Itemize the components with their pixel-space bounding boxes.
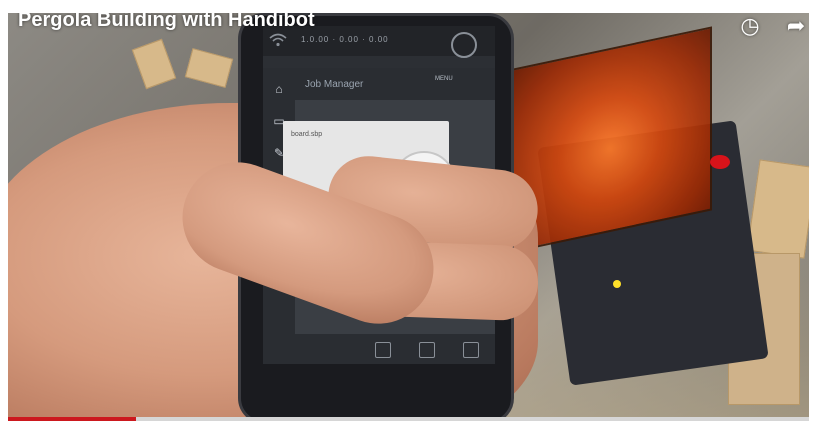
page-title: Job Manager — [305, 79, 364, 90]
progress-fill — [8, 417, 137, 421]
indicator-light-icon — [613, 280, 621, 288]
video-frame: 1.0.00 · 0.00 · 0.00 Job Manager MENU ⌂ … — [0, 0, 817, 423]
wood-block — [746, 159, 809, 259]
trash-icon[interactable] — [463, 342, 479, 358]
wood-block — [131, 38, 177, 90]
job-file-name: board.sbp — [291, 131, 323, 138]
target-icon[interactable] — [451, 32, 477, 58]
bottom-toolbar — [295, 334, 495, 364]
home-icon[interactable]: ⌂ — [272, 82, 286, 96]
upload-icon[interactable] — [375, 342, 391, 358]
video-title[interactable]: Pergola Building with Handibot — [18, 13, 315, 32]
folder-icon[interactable] — [419, 342, 435, 358]
app-bar: Job Manager MENU — [263, 68, 495, 100]
menu-button[interactable]: MENU — [435, 76, 453, 82]
video-player[interactable]: 1.0.00 · 0.00 · 0.00 Job Manager MENU ⌂ … — [8, 13, 809, 418]
clock-icon[interactable]: ◷ — [736, 15, 764, 37]
wifi-icon — [269, 33, 287, 47]
wood-block — [184, 48, 234, 88]
share-icon[interactable]: ➦ — [782, 15, 809, 37]
stop-button-icon — [710, 155, 730, 169]
progress-bar[interactable] — [8, 417, 809, 421]
status-text: 1.0.00 · 0.00 · 0.00 — [301, 35, 389, 44]
